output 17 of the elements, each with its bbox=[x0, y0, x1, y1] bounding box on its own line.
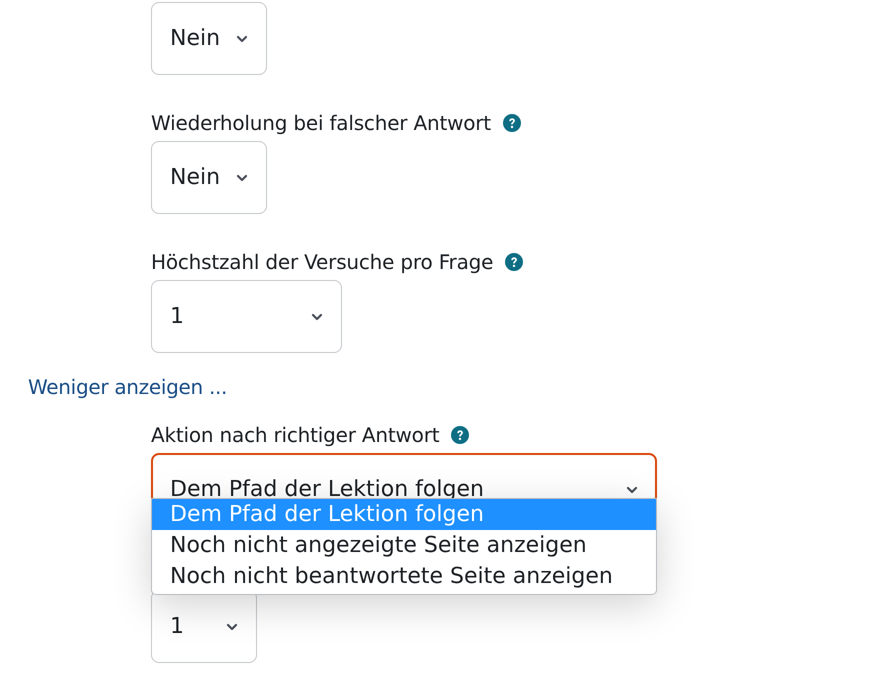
chevron-icon bbox=[311, 312, 323, 320]
chevron-icon bbox=[236, 174, 248, 182]
dropdown-option[interactable]: Noch nicht beantwortete Seite anzeigen bbox=[152, 561, 656, 592]
dropdown-option[interactable]: Noch nicht angezeigte Seite anzeigen bbox=[152, 530, 656, 561]
chevron-icon bbox=[626, 486, 638, 494]
help-icon[interactable] bbox=[502, 114, 521, 132]
dropdown-select[interactable]: Nein bbox=[151, 2, 267, 75]
field-label: Aktion nach richtiger Antwort bbox=[151, 423, 440, 447]
dropdown-select[interactable]: Nein bbox=[151, 141, 267, 214]
help-icon[interactable] bbox=[451, 426, 470, 444]
help-icon[interactable] bbox=[505, 253, 524, 271]
dropdown-select[interactable]: 1 bbox=[151, 280, 342, 353]
chevron-icon bbox=[226, 622, 238, 630]
chevron-icon bbox=[236, 34, 248, 42]
field-label: Höchstzahl der Versuche pro Frage bbox=[151, 250, 494, 274]
show-less-link[interactable]: Weniger anzeigen ... bbox=[28, 375, 228, 399]
field-label: Wiederholung bei falscher Antwort bbox=[151, 111, 491, 135]
